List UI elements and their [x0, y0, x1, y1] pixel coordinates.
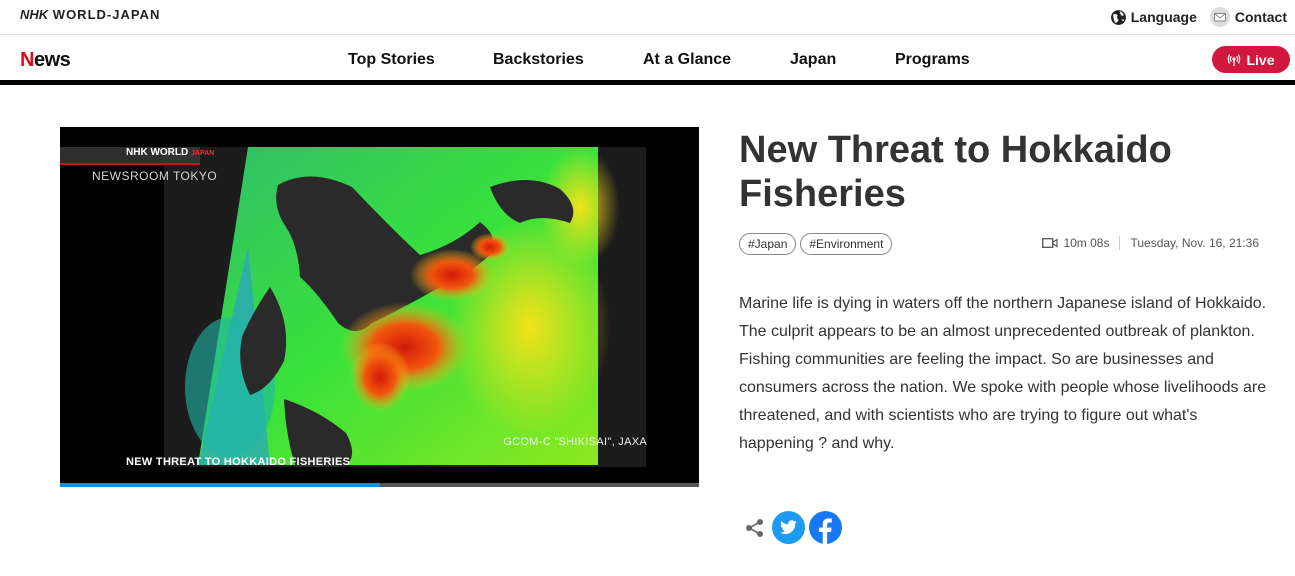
- news-section-logo[interactable]: News: [20, 49, 71, 72]
- video-duration: 10m 08s: [1063, 236, 1110, 250]
- tag-environment[interactable]: #Environment: [800, 233, 893, 255]
- video-caption: NEW THREAT TO HOKKAIDO FISHERIES: [126, 456, 351, 468]
- nav-item-programs[interactable]: Programs: [895, 51, 970, 69]
- tag-japan[interactable]: #Japan: [739, 233, 797, 255]
- share-bar: [742, 511, 842, 544]
- nav-menu: Top Stories Backstories At a Glance Japa…: [348, 51, 970, 69]
- live-button[interactable]: Live: [1212, 46, 1290, 73]
- video-logo: NHK WORLD JAPAN: [126, 147, 215, 158]
- twitter-icon[interactable]: [772, 511, 805, 544]
- language-label: Language: [1130, 9, 1197, 25]
- brand-sub: WORLD-JAPAN: [52, 7, 161, 22]
- globe-icon: [1110, 9, 1127, 26]
- nav-item-backstories[interactable]: Backstories: [493, 51, 643, 69]
- meta-divider: [1119, 236, 1121, 250]
- article-summary: Marine life is dying in waters off the n…: [739, 295, 1267, 452]
- nav-item-top-stories[interactable]: Top Stories: [348, 51, 493, 69]
- news-initial: N: [20, 49, 34, 71]
- tag-list: #Japan #Environment: [739, 233, 893, 255]
- live-label: Live: [1246, 51, 1275, 68]
- mail-icon: [1209, 6, 1231, 28]
- video-progress-fill: [60, 483, 380, 487]
- main-navigation: News Top Stories Backstories At a Glance…: [0, 35, 1295, 85]
- article-title: New Threat to Hokkaido Fisheries: [739, 129, 1172, 215]
- nav-item-japan[interactable]: Japan: [790, 51, 895, 69]
- news-rest: ews: [33, 49, 71, 71]
- language-button[interactable]: Language: [1110, 9, 1197, 26]
- nav-item-at-a-glance[interactable]: At a Glance: [643, 51, 790, 69]
- top-bar: NHK WORLD-JAPAN Language Contact: [0, 0, 1295, 35]
- video-camera-icon: [1042, 237, 1059, 249]
- newsroom-label: NEWSROOM TOKYO: [92, 169, 218, 183]
- image-credit: GCOM-C "SHIKISAI", JAXA: [503, 436, 647, 448]
- publish-date: Tuesday, Nov. 16, 21:36: [1130, 236, 1259, 250]
- video-progress-bar[interactable]: [60, 483, 699, 487]
- facebook-icon[interactable]: [809, 511, 842, 544]
- contact-button[interactable]: Contact: [1209, 6, 1287, 28]
- brand-main: NHK: [20, 7, 49, 22]
- utility-links: Language Contact: [1110, 6, 1287, 28]
- nhk-world-japan-logo[interactable]: NHK WORLD-JAPAN: [20, 7, 160, 22]
- video-player[interactable]: NHK WORLD JAPAN NEWSROOM TOKYO GCOM-C "S…: [60, 127, 699, 487]
- broadcast-icon: [1227, 53, 1241, 67]
- share-icon[interactable]: [742, 513, 768, 543]
- article-meta: 10m 08s Tuesday, Nov. 16, 21:36: [1042, 236, 1259, 250]
- contact-label: Contact: [1234, 9, 1287, 25]
